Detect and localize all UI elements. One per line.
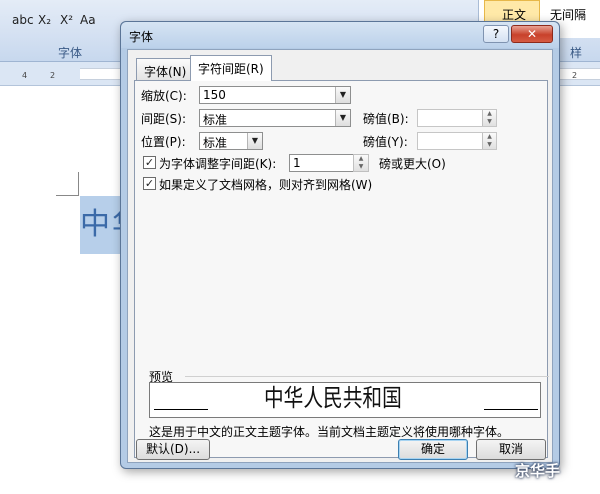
selected-document-text[interactable]: 中华 — [80, 196, 124, 254]
preview-divider — [185, 376, 549, 377]
ruler-number: 2 — [572, 71, 578, 80]
chevron-down-icon[interactable]: ▼ — [247, 133, 262, 149]
dialog-client: 字体(N) 字符间距(R) 缩放(C): 150 ▼ 间距(S): 标准 ▼ 磅… — [127, 49, 553, 463]
snap-to-grid-checkbox[interactable]: ✓ — [143, 177, 156, 190]
watermark-logo: 京华手 — [515, 462, 561, 480]
chevron-down-icon[interactable]: ▼ — [335, 110, 350, 126]
preview-description: 这是用于中文的正文主题字体。当前文档主题定义将使用哪种字体。 — [149, 425, 510, 439]
default-button[interactable]: 默认(D)... — [136, 439, 210, 460]
preview-baseline — [154, 409, 208, 410]
ruler-number: 2 — [50, 71, 56, 80]
preview-box: 中华人民共和国 — [149, 382, 541, 418]
scale-label: 缩放(C): — [141, 89, 187, 103]
kerning-suffix: 磅或更大(O) — [379, 157, 446, 171]
position-by-stepper[interactable]: ▲ ▼ — [417, 132, 497, 150]
position-label: 位置(P): — [141, 135, 186, 149]
kerning-value: 1 — [293, 156, 301, 170]
character-spacing-panel: 缩放(C): 150 ▼ 间距(S): 标准 ▼ 磅值(B): ▲ ▼ 位置(P)… — [134, 80, 549, 458]
crop-mark — [56, 195, 79, 196]
ruler-number: 4 — [22, 71, 28, 80]
superscript-button[interactable]: X² — [60, 13, 73, 27]
spin-arrows-icon[interactable]: ▲ ▼ — [354, 155, 368, 171]
close-button[interactable]: ✕ — [511, 25, 553, 43]
change-case-button[interactable]: Aa — [80, 13, 96, 27]
kerning-label: 为字体调整字间距(K): — [159, 157, 277, 171]
kerning-stepper[interactable]: ▲ ▼ — [353, 154, 369, 172]
font-dialog: 字体 ? ✕ 字体(N) 字符间距(R) 缩放(C): 150 ▼ 间距(S):… — [120, 21, 560, 469]
scale-combo[interactable]: 150 ▼ — [199, 86, 351, 104]
tab-font[interactable]: 字体(N) — [136, 58, 195, 80]
styles-group-label: 样 — [570, 46, 583, 60]
help-button[interactable]: ? — [483, 25, 509, 43]
ok-button[interactable]: 确定 — [398, 439, 468, 460]
kerning-checkbox[interactable]: ✓ — [143, 156, 156, 169]
cancel-button[interactable]: 取消 — [476, 439, 546, 460]
spacing-by-label: 磅值(B): — [363, 112, 409, 126]
dialog-title: 字体 — [129, 30, 154, 44]
spacing-value: 标准 — [203, 113, 228, 127]
spacing-label: 间距(S): — [141, 112, 187, 126]
spin-arrows-icon[interactable]: ▲ ▼ — [482, 133, 496, 149]
chevron-down-icon[interactable]: ▼ — [335, 87, 350, 103]
subscript-button[interactable]: X₂ — [38, 13, 51, 27]
position-combo[interactable]: 标准 ▼ — [199, 132, 263, 150]
snap-to-grid-label: 如果定义了文档网格，则对齐到网格(W) — [159, 178, 373, 192]
preview-baseline — [484, 409, 538, 410]
strikethrough-button[interactable]: abc — [12, 13, 34, 27]
position-value: 标准 — [203, 136, 228, 150]
scale-value: 150 — [203, 88, 226, 102]
spin-arrows-icon[interactable]: ▲ ▼ — [482, 110, 496, 126]
tab-character-spacing[interactable]: 字符间距(R) — [190, 55, 272, 81]
spacing-combo[interactable]: 标准 ▼ — [199, 109, 351, 127]
dialog-titlebar[interactable]: 字体 ? ✕ — [121, 22, 559, 48]
preview-text: 中华人民共和国 — [264, 384, 402, 412]
crop-mark — [78, 172, 79, 196]
font-group-label: 字体 — [58, 46, 83, 60]
spacing-by-stepper[interactable]: ▲ ▼ — [417, 109, 497, 127]
position-by-label: 磅值(Y): — [363, 135, 408, 149]
